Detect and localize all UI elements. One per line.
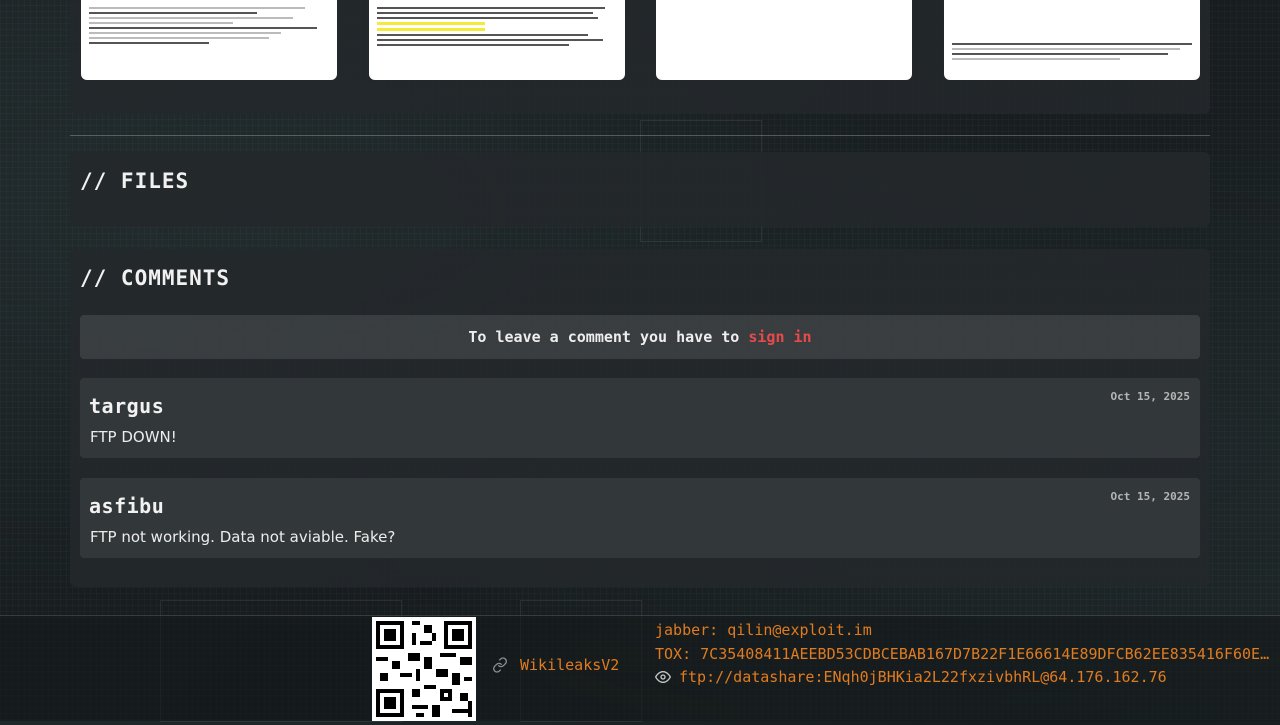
files-panel: // FILES (70, 152, 1210, 227)
comment-text: FTP DOWN! (90, 428, 177, 446)
document-thumbnail[interactable] (369, 0, 625, 80)
comment-item: asfibu Oct 15, 2025 FTP not working. Dat… (80, 478, 1200, 558)
eye-icon (655, 671, 671, 683)
document-previews-panel (70, 0, 1210, 114)
comment-item: targus Oct 15, 2025 FTP DOWN! (80, 378, 1200, 458)
ftp-address: ftp://datashare:ENqh0jBHKia2L22fxzivbhRL… (679, 668, 1167, 686)
signin-prompt: To leave a comment you have to sign in (80, 315, 1200, 359)
comment-date: Oct 15, 2025 (1110, 390, 1190, 403)
jabber-contact[interactable]: jabber: qilin@exploit.im (655, 621, 1275, 639)
section-divider (70, 135, 1210, 136)
ftp-contact[interactable]: ftp://datashare:ENqh0jBHKia2L22fxzivbhRL… (655, 668, 1275, 686)
comment-text: FTP not working. Data not aviable. Fake? (90, 528, 396, 546)
tox-contact[interactable]: TOX: 7C35408411AEEBD53CDBCEBAB167D7B22F1… (655, 645, 1275, 663)
wikileaks-link-label: WikileaksV2 (520, 656, 620, 674)
wikileaks-link[interactable]: WikileaksV2 (492, 656, 619, 674)
comment-author: targus (89, 394, 165, 418)
comment-date: Oct 15, 2025 (1110, 490, 1190, 503)
footer: WikileaksV2 jabber: qilin@exploit.im TOX… (0, 615, 1280, 721)
files-heading: // FILES (80, 169, 190, 193)
link-icon (493, 657, 507, 673)
comments-heading: // COMMENTS (80, 266, 231, 290)
signin-link[interactable]: sign in (748, 328, 811, 346)
comment-author: asfibu (89, 494, 165, 518)
comments-panel: // COMMENTS To leave a comment you have … (70, 249, 1210, 587)
qr-code (372, 617, 476, 721)
document-thumbnail[interactable] (656, 0, 912, 80)
signin-prompt-text: To leave a comment you have to (468, 328, 749, 346)
document-thumbnail[interactable] (81, 0, 337, 80)
document-thumbnail[interactable] (944, 0, 1200, 80)
